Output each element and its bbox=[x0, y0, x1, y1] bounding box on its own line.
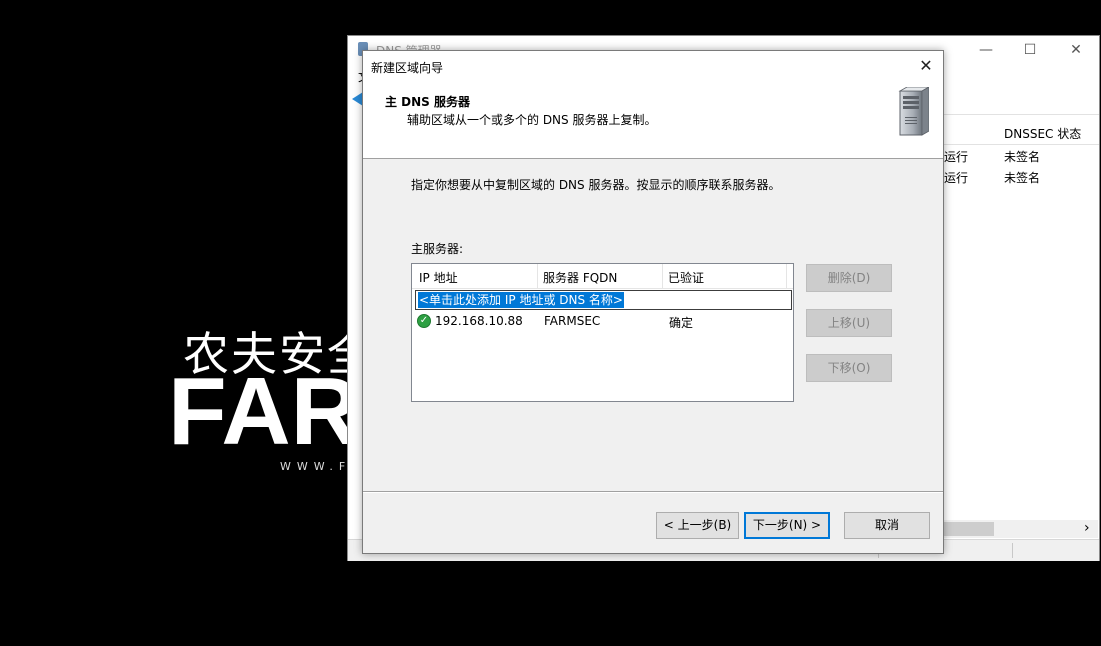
cancel-button[interactable]: 取消 bbox=[844, 512, 930, 539]
maximize-button[interactable]: ☐ bbox=[1008, 38, 1052, 62]
master-servers-label: 主服务器: bbox=[411, 242, 464, 256]
wizard-step-subtitle: 辅助区域从一个或多个的 DNS 服务器上复制。 bbox=[407, 113, 657, 127]
zone-dnssec-2: 未签名 bbox=[1004, 171, 1041, 185]
dnssec-column-header[interactable]: DNSSEC 状态 bbox=[1004, 125, 1081, 142]
delete-button[interactable]: 删除(D) bbox=[806, 264, 892, 292]
scroll-right-icon[interactable]: › bbox=[1084, 520, 1090, 536]
move-up-button[interactable]: 上移(U) bbox=[806, 309, 892, 337]
dialog-close-button[interactable]: ✕ bbox=[911, 53, 941, 79]
background-logo-english: FARMSEC bbox=[168, 362, 348, 462]
new-zone-wizard-dialog: 新建区域向导 ✕ 主 DNS 服务器 辅助区域从一个或多个的 DNS 服务器上复… bbox=[362, 50, 944, 554]
check-icon: ✓ bbox=[417, 314, 431, 328]
close-window-button[interactable]: ✕ bbox=[1054, 38, 1098, 62]
column-separator[interactable] bbox=[537, 264, 538, 288]
wizard-header: 主 DNS 服务器 辅助区域从一个或多个的 DNS 服务器上复制。 bbox=[363, 81, 943, 159]
column-separator[interactable] bbox=[786, 264, 787, 288]
scrollbar-thumb[interactable] bbox=[944, 522, 994, 536]
background-logo-url: WWW.FARMSEC.COM bbox=[280, 460, 348, 473]
list-header: DNSSEC 状态 bbox=[944, 120, 1099, 145]
minimize-button[interactable]: — bbox=[964, 38, 1008, 62]
horizontal-scrollbar[interactable]: › bbox=[944, 520, 1098, 538]
column-verified[interactable]: 已验证 bbox=[668, 269, 704, 286]
server-ip[interactable]: 192.168.10.88 bbox=[435, 314, 523, 328]
move-down-button[interactable]: 下移(O) bbox=[806, 354, 892, 382]
add-server-input[interactable]: <单击此处添加 IP 地址或 DNS 名称> bbox=[415, 290, 792, 310]
console-tree[interactable] bbox=[348, 114, 363, 539]
server-icon bbox=[898, 87, 929, 136]
dialog-title: 新建区域向导 bbox=[371, 61, 444, 75]
footer-divider-highlight bbox=[363, 492, 943, 493]
next-button[interactable]: 下一步(N) > bbox=[744, 512, 830, 539]
server-fqdn[interactable]: FARMSEC bbox=[544, 314, 600, 328]
column-server-fqdn[interactable]: 服务器 FQDN bbox=[543, 269, 617, 286]
zone-dnssec-1: 未签名 bbox=[1004, 150, 1041, 164]
instruction-text: 指定你想要从中复制区域的 DNS 服务器。按显示的顺序联系服务器。 bbox=[411, 178, 781, 192]
server-verified[interactable]: 确定 bbox=[669, 314, 693, 331]
zone-status-1: 运行 bbox=[944, 150, 969, 164]
dialog-titlebar: 新建区域向导 ✕ bbox=[363, 51, 943, 81]
master-servers-list[interactable]: IP 地址 服务器 FQDN 已验证 <单击此处添加 IP 地址或 DNS 名称… bbox=[411, 263, 794, 402]
wizard-step-title: 主 DNS 服务器 bbox=[385, 95, 471, 109]
status-divider bbox=[1012, 543, 1013, 558]
zone-status-2: 运行 bbox=[944, 171, 969, 185]
back-button[interactable]: < 上一步(B) bbox=[656, 512, 739, 539]
list-column-headers: IP 地址 服务器 FQDN 已验证 bbox=[412, 264, 793, 289]
add-server-placeholder[interactable]: <单击此处添加 IP 地址或 DNS 名称> bbox=[418, 292, 624, 308]
column-separator[interactable] bbox=[662, 264, 663, 288]
column-ip-address[interactable]: IP 地址 bbox=[419, 269, 458, 286]
